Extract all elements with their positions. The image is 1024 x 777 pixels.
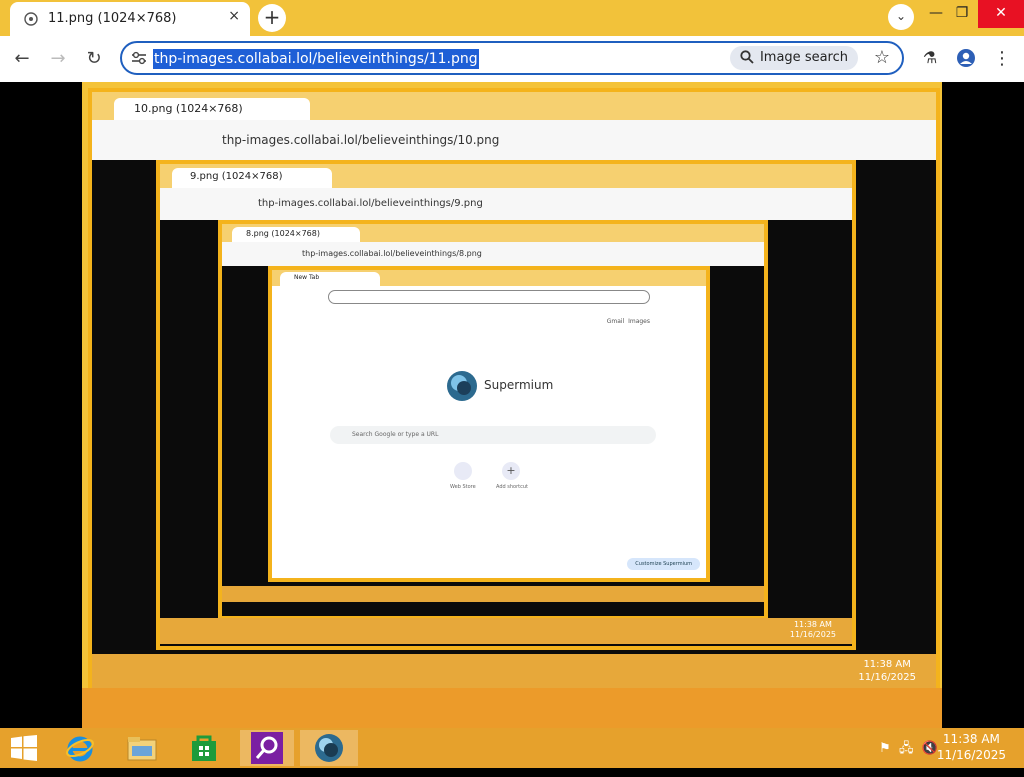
nested-browser-9: 9.png (1024×768) thp-images.collabai.lol… [156, 160, 856, 650]
ntp-link-images: Images [628, 318, 650, 325]
internet-explorer-icon [66, 736, 94, 762]
toolbar: ← → ↻ thp-images.collabai.lol/believeint… [0, 36, 1024, 82]
image-viewer: 10.png (1024×768) thp-images.collabai.lo… [82, 82, 942, 728]
ntp-webstore-icon [454, 462, 472, 480]
ntp-logo [446, 370, 478, 406]
url-text[interactable]: thp-images.collabai.lol/believeinthings/… [153, 49, 479, 69]
page-content: 10.png (1024×768) thp-images.collabai.lo… [0, 82, 1024, 728]
image-search-button[interactable]: Image search [729, 46, 858, 70]
nested-tab-title-8: 8.png (1024×768) [246, 229, 320, 238]
clock-time: 11:38 AM [942, 732, 1000, 746]
nested-toolbar-8: thp-images.collabai.lol/believeinthings/… [222, 242, 764, 266]
nested-tab-8: 8.png (1024×768) [232, 227, 360, 242]
nested-url-9: thp-images.collabai.lol/believeinthings/… [258, 198, 483, 209]
clock-date: 11/16/2025 [936, 748, 1006, 762]
nested-tabstrip-8: 8.png (1024×768) [222, 224, 764, 242]
clock[interactable]: 11:38 AM 11/16/2025 [937, 731, 1006, 763]
tab-strip: 11.png (1024×768) × + ⌄ — ❐ ✕ [0, 0, 1024, 36]
ntp-link-gmail: Gmail [606, 318, 625, 325]
store-button[interactable] [184, 730, 224, 766]
taskbar: ⚑ 🖧 🔇 11:38 AM 11/16/2025 [0, 728, 1024, 768]
search-icon [740, 50, 754, 64]
ntp-add-shortcut-icon: + [502, 462, 520, 480]
start-button[interactable] [4, 730, 44, 766]
back-arrow-icon[interactable]: ← [9, 46, 35, 72]
nested-tabstrip-10: 10.png (1024×768) [92, 92, 936, 120]
nested-tab-7: New Tab [280, 272, 380, 286]
nested-browser-7: New Tab Gmail Images Supermium Search Go… [268, 266, 710, 582]
flag-icon[interactable]: ⚑ [879, 741, 891, 756]
new-tab-page: Gmail Images Supermium Search Google or … [272, 286, 706, 578]
magnifier-app-icon [251, 732, 283, 764]
ntp-omnibox [328, 290, 650, 304]
nested-url-8: thp-images.collabai.lol/believeinthings/… [302, 249, 482, 258]
forward-arrow-icon[interactable]: → [45, 46, 71, 72]
labs-flask-icon[interactable]: ⚗ [916, 48, 944, 72]
tab-search-chevron-icon[interactable]: ⌄ [888, 4, 914, 30]
ntp-links: Gmail Images [607, 318, 650, 325]
windows-logo-icon [11, 735, 37, 761]
nested-toolbar-10: thp-images.collabai.lol/believeinthings/… [92, 120, 936, 160]
nested-clock-10: 11:38 AM 11/16/2025 [858, 658, 916, 684]
nested-date-10: 11/16/2025 [858, 672, 916, 683]
internet-explorer-button[interactable] [60, 730, 100, 766]
nested-clock-9: 11:38 AM 11/16/2025 [790, 620, 836, 640]
nested-taskbar-9: 11:38 AM 11/16/2025 [160, 618, 852, 644]
browser-window: 11.png (1024×768) × + ⌄ — ❐ ✕ ← → ↻ thp-… [0, 0, 1024, 728]
nested-tabstrip-9: 9.png (1024×768) [160, 164, 852, 188]
ntp-shortcut-webstore: Web Store [450, 484, 476, 490]
image-taskbar-band [82, 688, 942, 728]
nested-browser-10: 10.png (1024×768) thp-images.collabai.lo… [88, 88, 940, 688]
globe-icon [24, 12, 38, 26]
nested-taskbar-10: 11:38 AM 11/16/2025 [92, 654, 936, 688]
supermium-icon [315, 734, 343, 762]
site-info-icon[interactable] [130, 50, 148, 66]
nested-date-9: 11/16/2025 [789, 630, 836, 639]
search-app-button[interactable] [240, 730, 294, 766]
nested-tab-title-10: 10.png (1024×768) [134, 102, 243, 115]
nested-url-10: thp-images.collabai.lol/believeinthings/… [222, 133, 500, 147]
ntp-shortcut-add: Add shortcut [496, 484, 528, 490]
store-bag-icon [192, 735, 216, 761]
nested-body-9: 8.png (1024×768) thp-images.collabai.lol… [160, 220, 852, 646]
ntp-brand: Supermium [484, 378, 554, 392]
tab-title: 11.png (1024×768) [48, 11, 177, 26]
nested-tab-title-7: New Tab [294, 274, 320, 281]
bookmark-star-icon[interactable]: ☆ [874, 47, 890, 68]
address-bar[interactable]: thp-images.collabai.lol/believeinthings/… [120, 41, 904, 75]
network-icon[interactable]: 🖧 [899, 741, 914, 756]
nested-tab-9: 9.png (1024×768) [172, 168, 332, 188]
tab-close-button[interactable]: × [228, 8, 240, 24]
menu-kebab-icon[interactable]: ⋮ [988, 48, 1016, 72]
nested-tab-10: 10.png (1024×768) [114, 98, 310, 120]
supermium-taskbar-button[interactable] [300, 730, 358, 766]
nested-body-8: New Tab Gmail Images Supermium Search Go… [222, 266, 764, 616]
file-explorer-button[interactable] [122, 730, 162, 766]
nested-time-9: 11:38 AM [793, 620, 832, 629]
nested-tabstrip-7: New Tab [272, 270, 706, 286]
folder-icon [127, 737, 157, 761]
supermium-logo-icon [447, 371, 477, 401]
tab-active[interactable]: 11.png (1024×768) × [10, 2, 250, 36]
volume-muted-icon[interactable]: 🔇 [922, 741, 938, 756]
profile-avatar-icon[interactable] [952, 48, 980, 72]
nested-tab-title-9: 9.png (1024×768) [190, 171, 283, 182]
nested-toolbar-9: thp-images.collabai.lol/believeinthings/… [160, 188, 852, 220]
image-search-label: Image search [759, 50, 848, 65]
ntp-customize-button: Customize Supermium [627, 558, 700, 570]
restore-button[interactable]: ❐ [942, 0, 982, 28]
nested-body-10: 9.png (1024×768) thp-images.collabai.lol… [92, 160, 936, 688]
new-tab-button[interactable]: + [258, 4, 286, 32]
ntp-search-box: Search Google or type a URL [330, 426, 656, 444]
nested-browser-8: 8.png (1024×768) thp-images.collabai.lol… [218, 220, 768, 620]
close-button[interactable]: ✕ [978, 0, 1024, 28]
reload-icon[interactable]: ↻ [81, 46, 107, 72]
nested-taskbar-8 [222, 586, 764, 602]
nested-time-10: 11:38 AM [863, 659, 911, 670]
system-tray: ⚑ 🖧 🔇 [879, 739, 938, 761]
